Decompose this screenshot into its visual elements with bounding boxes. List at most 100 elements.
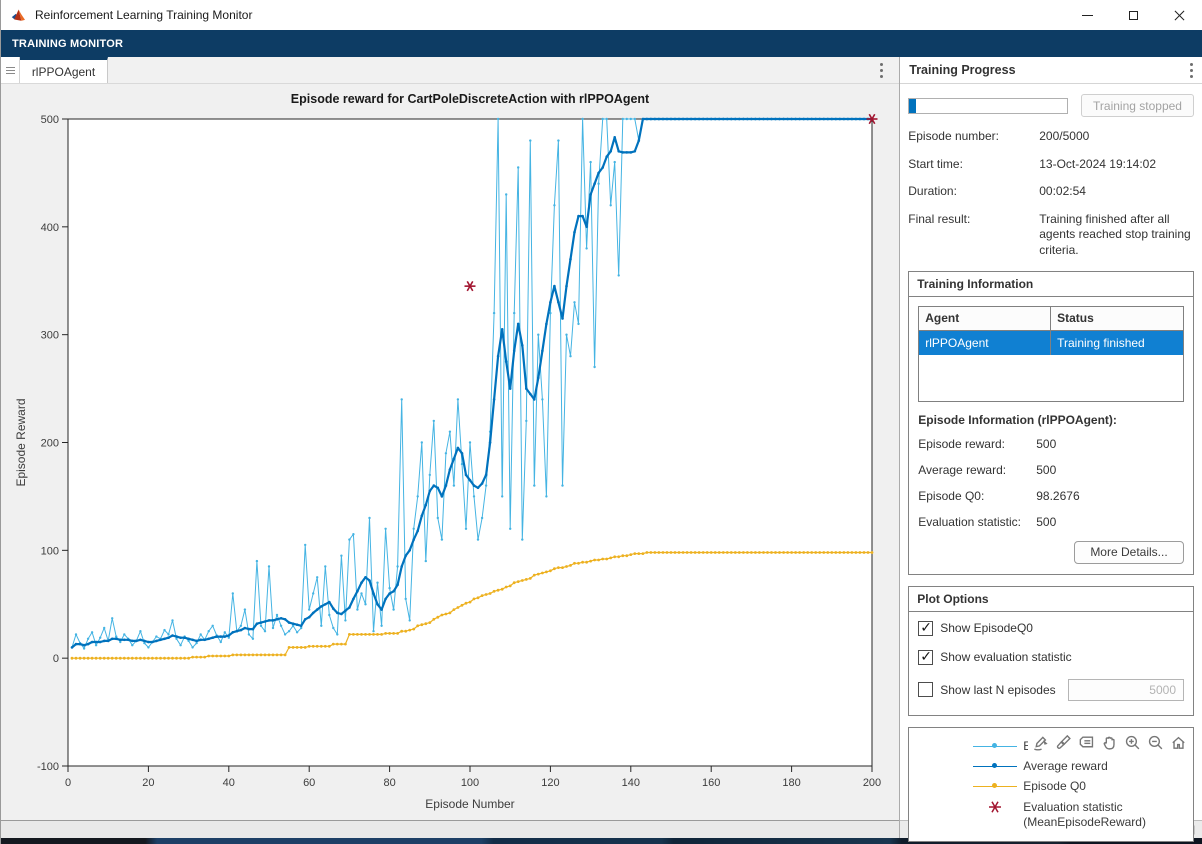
svg-text:-100: -100 — [37, 761, 59, 773]
progress-bar-fill — [909, 99, 915, 113]
minimize-button[interactable] — [1064, 0, 1110, 30]
svg-text:200: 200 — [863, 777, 881, 789]
status-column-header: Status — [1051, 307, 1183, 330]
svg-text:Episode reward for CartPoleDis: Episode reward for CartPoleDiscreteActio… — [291, 92, 650, 106]
training-information-title: Training Information — [909, 272, 1193, 297]
final-result-row: Final result: Training finished after al… — [908, 212, 1194, 259]
duration-row: Duration: 00:02:54 — [908, 184, 1194, 200]
more-details-button[interactable]: More Details... — [1074, 541, 1184, 564]
tab-rlppoagent[interactable]: rlPPOAgent — [20, 57, 108, 83]
svg-text:500: 500 — [41, 114, 59, 126]
legend-item-evaluation-statistic: Evaluation statistic(MeanEpisodeReward) — [909, 800, 1193, 830]
brush-icon[interactable] — [1053, 733, 1073, 753]
svg-text:160: 160 — [702, 777, 720, 789]
duration-label: Duration: — [908, 184, 1039, 200]
show-evaluation-statistic-option: Show evaluation statistic — [918, 650, 1184, 665]
show-last-n-episodes-option: Show last N episodes — [918, 679, 1184, 701]
zoom-out-icon[interactable] — [1145, 733, 1165, 753]
legend-label: Episode Q0 — [1023, 779, 1086, 793]
episode-number-label: Episode number: — [908, 129, 1039, 145]
chart-legend: Episode reward Average reward Episode Q0 — [908, 727, 1194, 842]
panel-menu-icon[interactable] — [1190, 69, 1193, 72]
overflow-menu-icon — [880, 69, 883, 72]
svg-text:120: 120 — [541, 777, 559, 789]
show-last-n-episodes-checkbox[interactable] — [918, 682, 933, 697]
svg-text:300: 300 — [41, 330, 59, 342]
episode-reward-value: 500 — [1036, 437, 1056, 451]
tab-overflow-menu-button[interactable] — [880, 57, 883, 83]
export-icon[interactable] — [1030, 733, 1050, 753]
ribbon: TRAINING MONITOR — [1, 30, 1202, 57]
maximize-icon — [1129, 11, 1138, 20]
episode-q0-swatch — [973, 781, 1017, 791]
legend-label: Evaluation statistic(MeanEpisodeReward) — [1023, 800, 1146, 830]
show-evaluation-statistic-checkbox[interactable] — [918, 650, 933, 665]
evaluation-statistic-label: Evaluation statistic: — [918, 515, 1036, 529]
horizontal-scroll-strip — [1, 820, 899, 838]
zoom-in-icon[interactable] — [1122, 733, 1142, 753]
agent-status-table: Agent Status rlPPOAgent Training finishe… — [918, 306, 1184, 402]
svg-text:400: 400 — [41, 222, 59, 234]
svg-text:180: 180 — [782, 777, 800, 789]
window-controls — [1064, 0, 1202, 30]
document-area: rlPPOAgent 020406080100120140160180200-1… — [1, 57, 899, 838]
average-reward-value: 500 — [1036, 463, 1056, 477]
minimize-icon — [1082, 15, 1093, 16]
legend-item-average-reward: Average reward — [909, 757, 1193, 776]
svg-text:200: 200 — [41, 438, 59, 450]
title-bar: Reinforcement Learning Training Monitor — [1, 0, 1202, 30]
training-stopped-button[interactable]: Training stopped — [1081, 94, 1194, 117]
restore-view-icon[interactable] — [1168, 733, 1188, 753]
agent-cell: rlPPOAgent — [919, 331, 1051, 355]
evaluation-statistic-marker-icon — [973, 800, 1017, 814]
tab-list-icon — [6, 67, 15, 74]
last-n-episodes-input[interactable] — [1068, 679, 1184, 701]
svg-text:140: 140 — [622, 777, 640, 789]
start-time-value: 13-Oct-2024 19:14:02 — [1039, 157, 1194, 173]
show-last-n-episodes-label: Show last N episodes — [940, 683, 1055, 697]
tab-label: rlPPOAgent — [32, 65, 95, 79]
datatips-icon[interactable] — [1076, 733, 1096, 753]
panel-title: Training Progress — [909, 63, 1015, 77]
episode-q0-row: Episode Q0: 98.2676 — [918, 489, 1184, 503]
app-window: Reinforcement Learning Training Monitor … — [0, 0, 1202, 844]
close-icon — [1174, 10, 1185, 21]
episode-reward-chart[interactable]: 020406080100120140160180200-100010020030… — [1, 84, 899, 820]
legend-label: Average reward — [1023, 759, 1108, 773]
start-time-label: Start time: — [908, 157, 1039, 173]
window-title: Reinforcement Learning Training Monitor — [35, 8, 252, 22]
maximize-button[interactable] — [1110, 0, 1156, 30]
svg-text:0: 0 — [65, 777, 71, 789]
document-tab-strip: rlPPOAgent — [1, 57, 899, 84]
episode-number-value: 200/5000 — [1039, 129, 1194, 145]
show-episodeq0-checkbox[interactable] — [918, 621, 933, 636]
progress-row: Training stopped — [908, 94, 1194, 117]
episode-reward-row: Episode reward: 500 — [918, 437, 1184, 451]
tab-list-button[interactable] — [1, 57, 20, 83]
plot-options-group: Plot Options Show EpisodeQ0 Show evaluat… — [908, 586, 1194, 716]
episode-q0-value: 98.2676 — [1036, 489, 1079, 503]
show-episodeq0-option: Show EpisodeQ0 — [918, 621, 1184, 636]
table-header-row: Agent Status — [919, 307, 1183, 331]
svg-text:80: 80 — [383, 777, 395, 789]
start-time-row: Start time: 13-Oct-2024 19:14:02 — [908, 157, 1194, 173]
agent-column-header: Agent — [919, 307, 1051, 330]
episode-q0-label: Episode Q0: — [918, 489, 1036, 503]
legend-item-episode-q0: Episode Q0 — [909, 777, 1193, 796]
status-cell: Training finished — [1051, 331, 1183, 355]
svg-text:0: 0 — [53, 653, 59, 665]
close-button[interactable] — [1156, 0, 1202, 30]
episode-information-title: Episode Information (rlPPOAgent): — [918, 413, 1184, 427]
svg-text:40: 40 — [223, 777, 235, 789]
table-row[interactable]: rlPPOAgent Training finished — [919, 331, 1183, 355]
final-result-value: Training finished after all agents reach… — [1039, 212, 1194, 259]
svg-text:Episode Number: Episode Number — [425, 797, 514, 811]
figure-area[interactable]: 020406080100120140160180200-100010020030… — [1, 84, 899, 820]
matlab-logo-icon — [11, 8, 27, 23]
show-episodeq0-label: Show EpisodeQ0 — [940, 621, 1033, 635]
table-empty-area — [919, 355, 1183, 401]
evaluation-statistic-row: Evaluation statistic: 500 — [918, 515, 1184, 529]
pan-icon[interactable] — [1099, 733, 1119, 753]
ribbon-tab-training-monitor[interactable]: TRAINING MONITOR — [1, 38, 134, 50]
axes-toolbar — [1028, 732, 1190, 754]
